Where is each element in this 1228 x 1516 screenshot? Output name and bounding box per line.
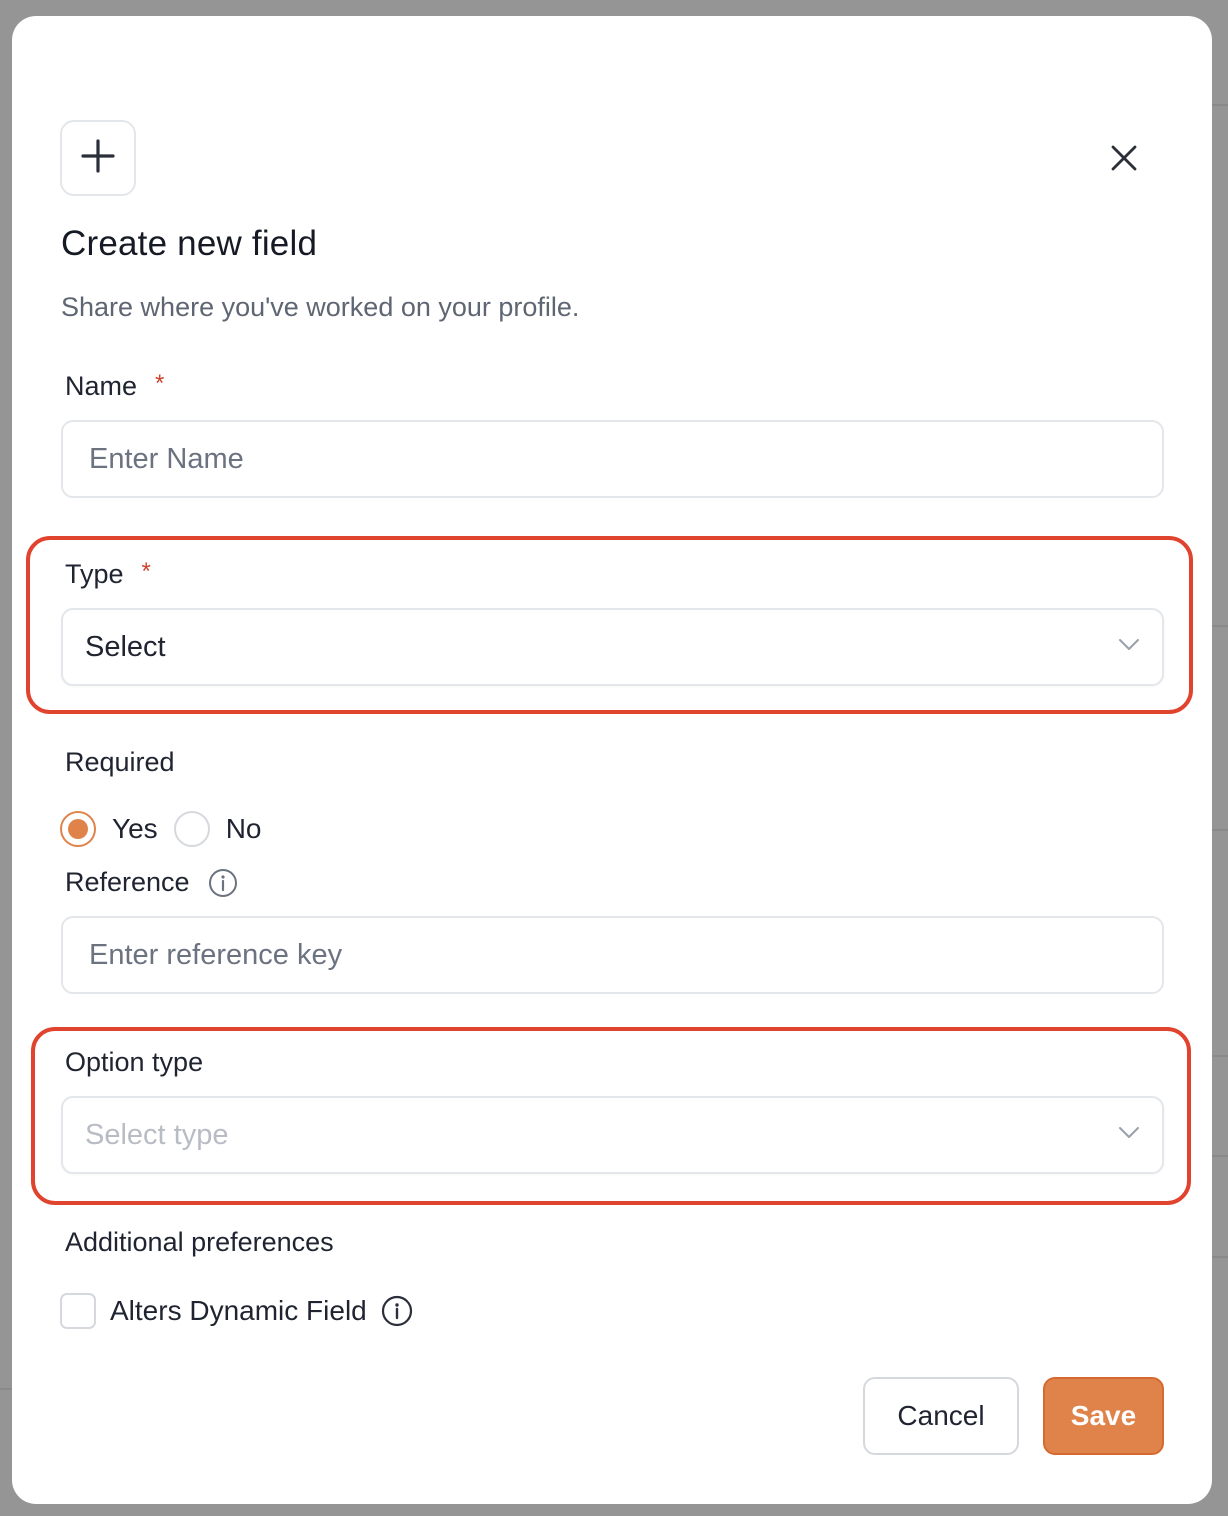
reference-label-row: Reference [65, 867, 238, 898]
option-type-select[interactable]: Select type [61, 1096, 1164, 1174]
name-label-row: Name * [65, 370, 165, 402]
chevron-down-icon [1118, 638, 1140, 657]
name-input[interactable] [61, 420, 1164, 498]
required-asterisk: * [155, 370, 165, 397]
info-icon[interactable] [381, 1295, 413, 1327]
required-asterisk: * [141, 558, 151, 585]
required-radio-group: Yes No [60, 811, 277, 847]
name-label: Name [65, 371, 138, 401]
background-divider [1212, 1155, 1228, 1157]
plus-icon [80, 138, 116, 179]
background-divider [1212, 104, 1228, 106]
reference-label: Reference [65, 867, 190, 897]
type-label-row: Type * [65, 558, 151, 590]
option-type-label: Option type [65, 1047, 204, 1077]
required-label: Required [65, 747, 175, 777]
additional-preferences-label: Additional preferences [65, 1227, 334, 1257]
chevron-down-icon [1118, 1126, 1140, 1145]
background-divider [0, 1388, 12, 1390]
modal-title: Create new field [61, 224, 318, 263]
type-select-value: Select [85, 630, 166, 663]
save-button[interactable]: Save [1043, 1377, 1164, 1455]
header-icon-box [60, 120, 136, 196]
type-label: Type [65, 559, 124, 589]
background-divider [1212, 625, 1228, 627]
radio-yes[interactable] [60, 811, 96, 847]
reference-input[interactable] [61, 916, 1164, 994]
background-divider [1212, 1055, 1228, 1057]
close-button[interactable] [1110, 140, 1138, 180]
close-icon[interactable] [1110, 144, 1138, 177]
type-select[interactable]: Select [61, 608, 1164, 686]
radio-no-label[interactable]: No [226, 813, 262, 845]
radio-dot [68, 819, 88, 839]
option-type-placeholder: Select type [85, 1118, 229, 1151]
radio-yes-label[interactable]: Yes [112, 813, 158, 845]
background-divider [1212, 829, 1228, 831]
background-divider [1212, 1256, 1228, 1258]
modal-subtitle: Share where you've worked on your profil… [61, 292, 580, 322]
alters-dynamic-field-row: Alters Dynamic Field [60, 1293, 413, 1329]
radio-no[interactable] [173, 811, 210, 847]
cancel-button[interactable]: Cancel [863, 1377, 1019, 1455]
create-field-modal: Create new field Share where you've work… [12, 16, 1212, 1504]
alters-dynamic-field-checkbox[interactable] [60, 1293, 96, 1329]
info-icon[interactable] [208, 868, 238, 898]
alters-dynamic-field-label[interactable]: Alters Dynamic Field [110, 1295, 367, 1327]
